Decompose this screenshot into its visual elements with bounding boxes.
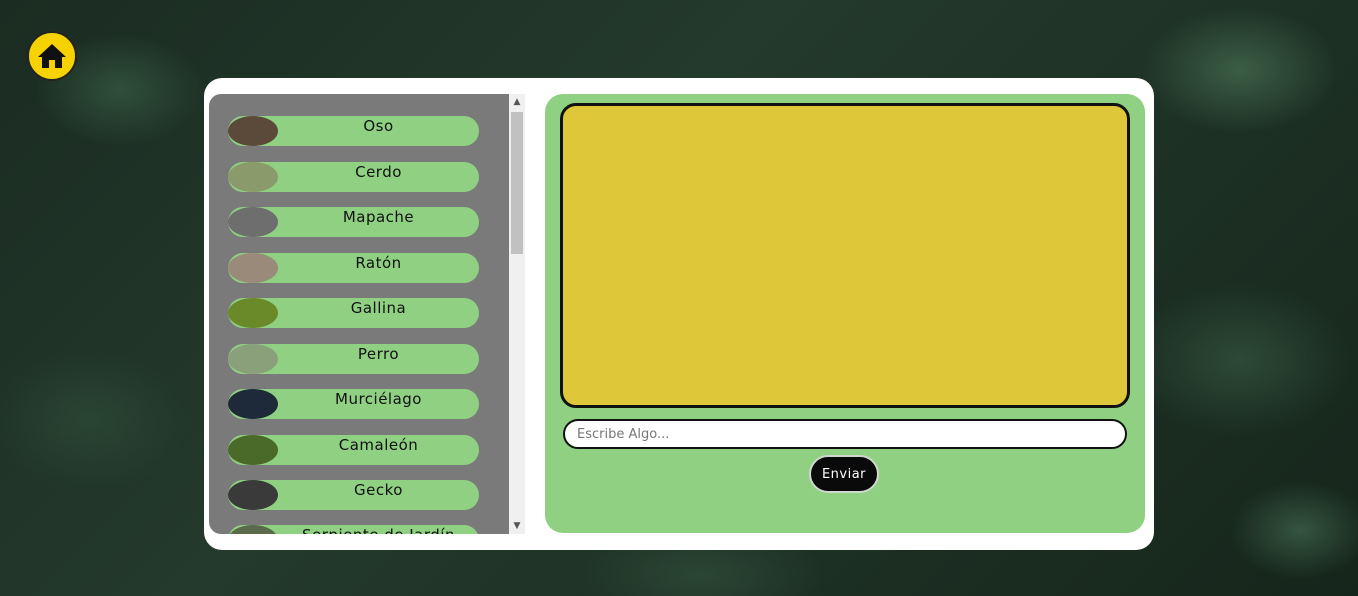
animal-label: Camaleón — [338, 436, 419, 454]
chat-messages-area — [560, 103, 1130, 408]
animal-label: Cerdo — [355, 163, 402, 181]
animal-thumbnail — [228, 253, 278, 283]
animal-thumbnail — [228, 389, 278, 419]
animal-list: Oso Cerdo Mapache Ratón Gallina Perro Mu… — [209, 94, 509, 534]
animal-label: Ratón — [355, 254, 402, 272]
animal-item-cerdo[interactable]: Cerdo — [228, 162, 479, 192]
animal-item-gallina[interactable]: Gallina — [228, 298, 479, 328]
list-scrollbar[interactable]: ▲ ▼ — [509, 94, 525, 534]
animal-thumbnail — [228, 480, 278, 510]
animal-item-gecko[interactable]: Gecko — [228, 480, 479, 510]
scroll-thumb[interactable] — [511, 112, 523, 254]
animal-item-camaleon[interactable]: Camaleón — [228, 435, 479, 465]
animal-thumbnail — [228, 116, 278, 146]
animal-item-oso[interactable]: Oso — [228, 116, 479, 146]
animal-thumbnail — [228, 162, 278, 192]
chat-panel: Enviar — [545, 94, 1145, 533]
home-icon — [38, 44, 66, 68]
animal-thumbnail — [228, 207, 278, 237]
send-button[interactable]: Enviar — [809, 455, 879, 493]
animal-label: Gecko — [354, 481, 403, 499]
animal-label: Murciélago — [335, 390, 422, 408]
animal-thumbnail — [228, 435, 278, 465]
animal-label: Serpiente de Jardín — [278, 525, 479, 534]
animal-thumbnail — [228, 344, 278, 374]
message-input[interactable] — [563, 419, 1127, 449]
animal-thumbnail — [228, 525, 278, 534]
animal-thumbnail — [228, 298, 278, 328]
animal-item-raton[interactable]: Ratón — [228, 253, 479, 283]
animal-label: Perro — [357, 345, 400, 363]
animal-label: Gallina — [350, 299, 407, 317]
animal-label: Oso — [363, 117, 394, 135]
animal-item-murcielago[interactable]: Murciélago — [228, 389, 479, 419]
home-button[interactable] — [27, 31, 77, 81]
animal-item-serpiente[interactable]: Serpiente de Jardín — [228, 525, 479, 534]
scroll-down-icon[interactable]: ▼ — [509, 518, 525, 534]
animal-item-perro[interactable]: Perro — [228, 344, 479, 374]
animal-item-mapache[interactable]: Mapache — [228, 207, 479, 237]
animal-label: Mapache — [342, 208, 415, 226]
main-card: Oso Cerdo Mapache Ratón Gallina Perro Mu… — [204, 78, 1154, 550]
scroll-up-icon[interactable]: ▲ — [509, 94, 525, 110]
